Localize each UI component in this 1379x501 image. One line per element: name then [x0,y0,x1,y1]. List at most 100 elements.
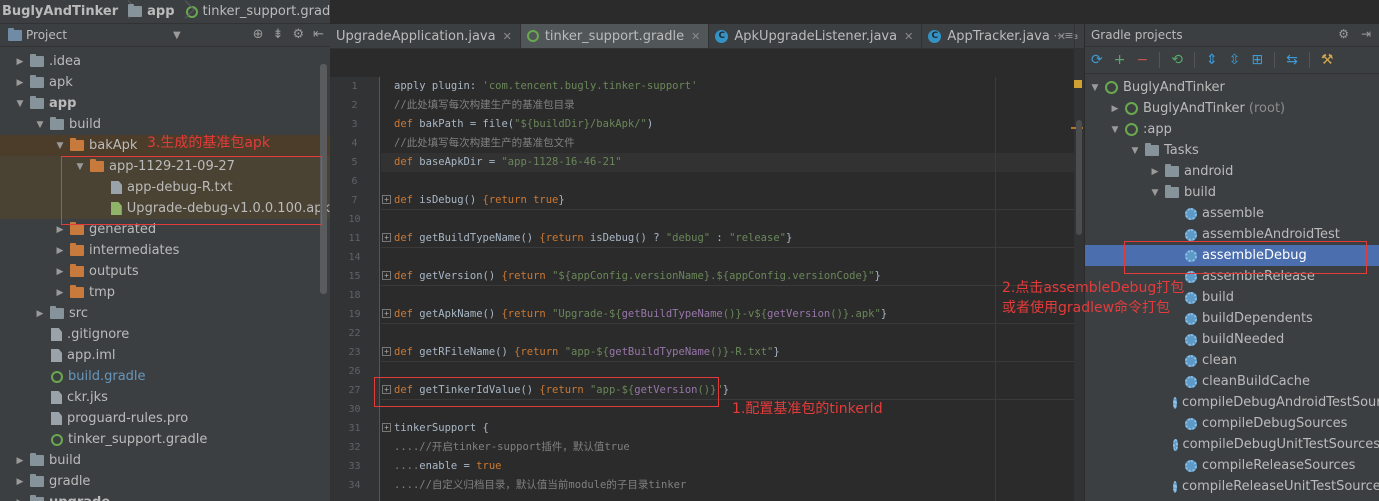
code-line[interactable]: def bakPath = file("${buildDir}/bakApk/"… [381,115,1074,134]
code-line[interactable]: ....//自定义归档目录，默认值当前module的子目录tinker [381,476,1074,495]
project-tree-item-proguard-rules-pro[interactable]: proguard-rules.pro [0,408,330,429]
project-tree-scrollbar[interactable] [320,64,327,294]
add-icon[interactable]: + [1114,52,1126,68]
code-line[interactable]: ....enable = true [381,457,1074,476]
fold-toggle-icon[interactable]: + [382,309,391,318]
chevron-down-icon[interactable]: ▼ [1109,125,1121,135]
gear-icon[interactable]: ⚙ [292,27,304,42]
tab-upgrade-application[interactable]: UpgradeApplication.java ✕ [330,24,521,48]
project-tree-item-app[interactable]: ▼ app [0,93,330,114]
code-line[interactable] [381,400,1074,419]
code-line[interactable]: + def getApkName() {return "Upgrade-${get… [381,305,1074,324]
code-line[interactable]: + def getTinkerIdValue() {return "app-${g… [381,381,1074,400]
chevron-down-icon[interactable]: ▼ [173,30,181,41]
code-line[interactable]: //此处填写每次构建生产的基准包目录 [381,96,1074,115]
tab-overflow-menu[interactable]: ⋯≡₃ [1053,29,1078,42]
gradle-tree-item-buildneeded[interactable]: buildNeeded [1085,329,1379,350]
toggle-offline-icon[interactable]: ⊞ [1251,52,1263,68]
code-line[interactable]: + def getBuildTypeName() {return isDebug(… [381,229,1074,248]
gradle-tree-item-android[interactable]: ▶ android [1085,161,1379,182]
fold-toggle-icon[interactable]: + [382,233,391,242]
chevron-down-icon[interactable]: ▼ [1089,83,1101,93]
close-icon[interactable]: ✕ [904,30,913,43]
close-icon[interactable]: ✕ [503,30,512,43]
code-line[interactable]: //此处填写每次构建生产的基准包文件 [381,134,1074,153]
gradle-tree-item-compilereleasesources[interactable]: compileReleaseSources [1085,455,1379,476]
gradle-tree-item-assembledebug[interactable]: assembleDebug [1085,245,1379,266]
gradle-tree-item-compilereleaseunittestsources[interactable]: compileReleaseUnitTestSources [1085,476,1379,497]
tab-apk-upgrade-listener[interactable]: C ApkUpgradeListener.java ✕ [709,24,923,48]
project-tree-item-generated[interactable]: ▶ generated [0,219,330,240]
tab-app-tracker[interactable]: C AppTracker.java ✕ [922,24,1076,48]
close-icon[interactable]: ✕ [691,30,700,43]
fold-toggle-icon[interactable]: + [382,347,391,356]
project-tree-item-tinker-support-gradle[interactable]: tinker_support.gradle [0,429,330,450]
gradle-tree-item-compiledebugsources[interactable]: compileDebugSources [1085,413,1379,434]
chevron-down-icon[interactable]: ▼ [74,162,86,172]
project-tree-item-upgrade-debug-v1-0-0-100-apk[interactable]: Upgrade-debug-v1.0.0.100.apk [0,198,330,219]
gradle-tree-item-compiledebugandroidtestsources[interactable]: compileDebugAndroidTestSources [1085,392,1379,413]
code-line[interactable] [381,324,1074,343]
hide-icon[interactable]: ⇥ [1361,27,1371,41]
project-tree-item-build[interactable]: ▶ build [0,450,330,471]
code-line[interactable] [381,210,1074,229]
chevron-right-icon[interactable]: ▶ [14,498,26,501]
project-tree-item-outputs[interactable]: ▶ outputs [0,261,330,282]
warning-indicator[interactable] [1074,80,1082,88]
project-tree-item-intermediates[interactable]: ▶ intermediates [0,240,330,261]
fold-toggle-icon[interactable]: + [382,423,391,432]
project-tree-item-idea[interactable]: ▶ .idea [0,51,330,72]
gear-icon[interactable]: ⚙ [1338,27,1349,41]
project-tree-item-gradle[interactable]: ▶ gradle [0,471,330,492]
chevron-down-icon[interactable]: ▼ [54,141,66,151]
breadcrumb-project[interactable]: BuglyAndTinker [0,0,122,23]
chevron-right-icon[interactable]: ▶ [34,309,46,319]
project-tree-item-src[interactable]: ▶ src [0,303,330,324]
chevron-down-icon[interactable]: ▼ [1129,146,1141,156]
gradle-tree-item-cleanbuildcache[interactable]: cleanBuildCache [1085,371,1379,392]
gradle-tree-item-clean[interactable]: clean [1085,350,1379,371]
code-line[interactable]: def baseApkDir = "app-1128-16-46-21" [381,153,1074,172]
project-view-selector[interactable]: Project [26,28,67,42]
chevron-right-icon[interactable]: ▶ [14,477,26,487]
project-tree-item-app-1129-21-09-27[interactable]: ▼ app-1129-21-09-27 [0,156,330,177]
gradle-tree-item-buglyandtinker[interactable]: ▶ BuglyAndTinker (root) [1085,98,1379,119]
fold-toggle-icon[interactable]: + [382,271,391,280]
code-line[interactable]: apply plugin: 'com.tencent.bugly.tinker-… [381,77,1074,96]
chevron-right-icon[interactable]: ▶ [14,57,26,67]
project-tree-item-apk[interactable]: ▶ apk [0,72,330,93]
code-line[interactable] [381,286,1074,305]
gradle-tree-item-compiledebugunittestsources[interactable]: compileDebugUnitTestSources [1085,434,1379,455]
project-tree-item-app-debug-r-txt[interactable]: app-debug-R.txt [0,177,330,198]
gradle-tree-item-tasks[interactable]: ▼ Tasks [1085,140,1379,161]
chevron-right-icon[interactable]: ▶ [14,456,26,466]
target-icon[interactable]: ⊕ [253,27,264,42]
project-tree-item-gitignore[interactable]: .gitignore [0,324,330,345]
collapse-all-icon[interactable]: ⇳ [1229,52,1241,68]
chevron-right-icon[interactable]: ▶ [54,288,66,298]
code-line[interactable]: + def getRFileName() {return "app-${getBu… [381,343,1074,362]
code-line[interactable]: + def getVersion() {return "${appConfig.v… [381,267,1074,286]
code-line[interactable] [381,172,1074,191]
link-project-icon[interactable]: ⇆ [1286,52,1298,68]
gradle-tree-item-assemble[interactable]: assemble [1085,203,1379,224]
hide-icon[interactable]: ⇤ [313,27,324,42]
chevron-right-icon[interactable]: ▶ [1149,167,1161,177]
expand-all-icon[interactable]: ⇕ [1206,52,1218,68]
code-line[interactable]: + def isDebug() {return true} [381,191,1074,210]
project-tree-item-build-gradle[interactable]: build.gradle [0,366,330,387]
gradle-tree-item-buglyandtinker[interactable]: ▼ BuglyAndTinker [1085,77,1379,98]
gradle-tree-item-assembleandroidtest[interactable]: assembleAndroidTest [1085,224,1379,245]
fold-toggle-icon[interactable]: + [382,195,391,204]
chevron-down-icon[interactable]: ▼ [34,120,46,130]
run-task-icon[interactable]: ⟲ [1171,52,1183,68]
remove-icon[interactable]: − [1136,52,1148,68]
breadcrumb-file[interactable]: tinker_support.gradle [179,0,330,23]
chevron-right-icon[interactable]: ▶ [54,246,66,256]
project-tree-item-upgrade[interactable]: ▶ upgrade [0,492,330,501]
code-line[interactable] [381,248,1074,267]
chevron-down-icon[interactable]: ▼ [14,99,26,109]
refresh-icon[interactable]: ⟳ [1091,52,1103,68]
chevron-right-icon[interactable]: ▶ [1109,104,1121,114]
chevron-down-icon[interactable]: ▼ [1149,188,1161,198]
